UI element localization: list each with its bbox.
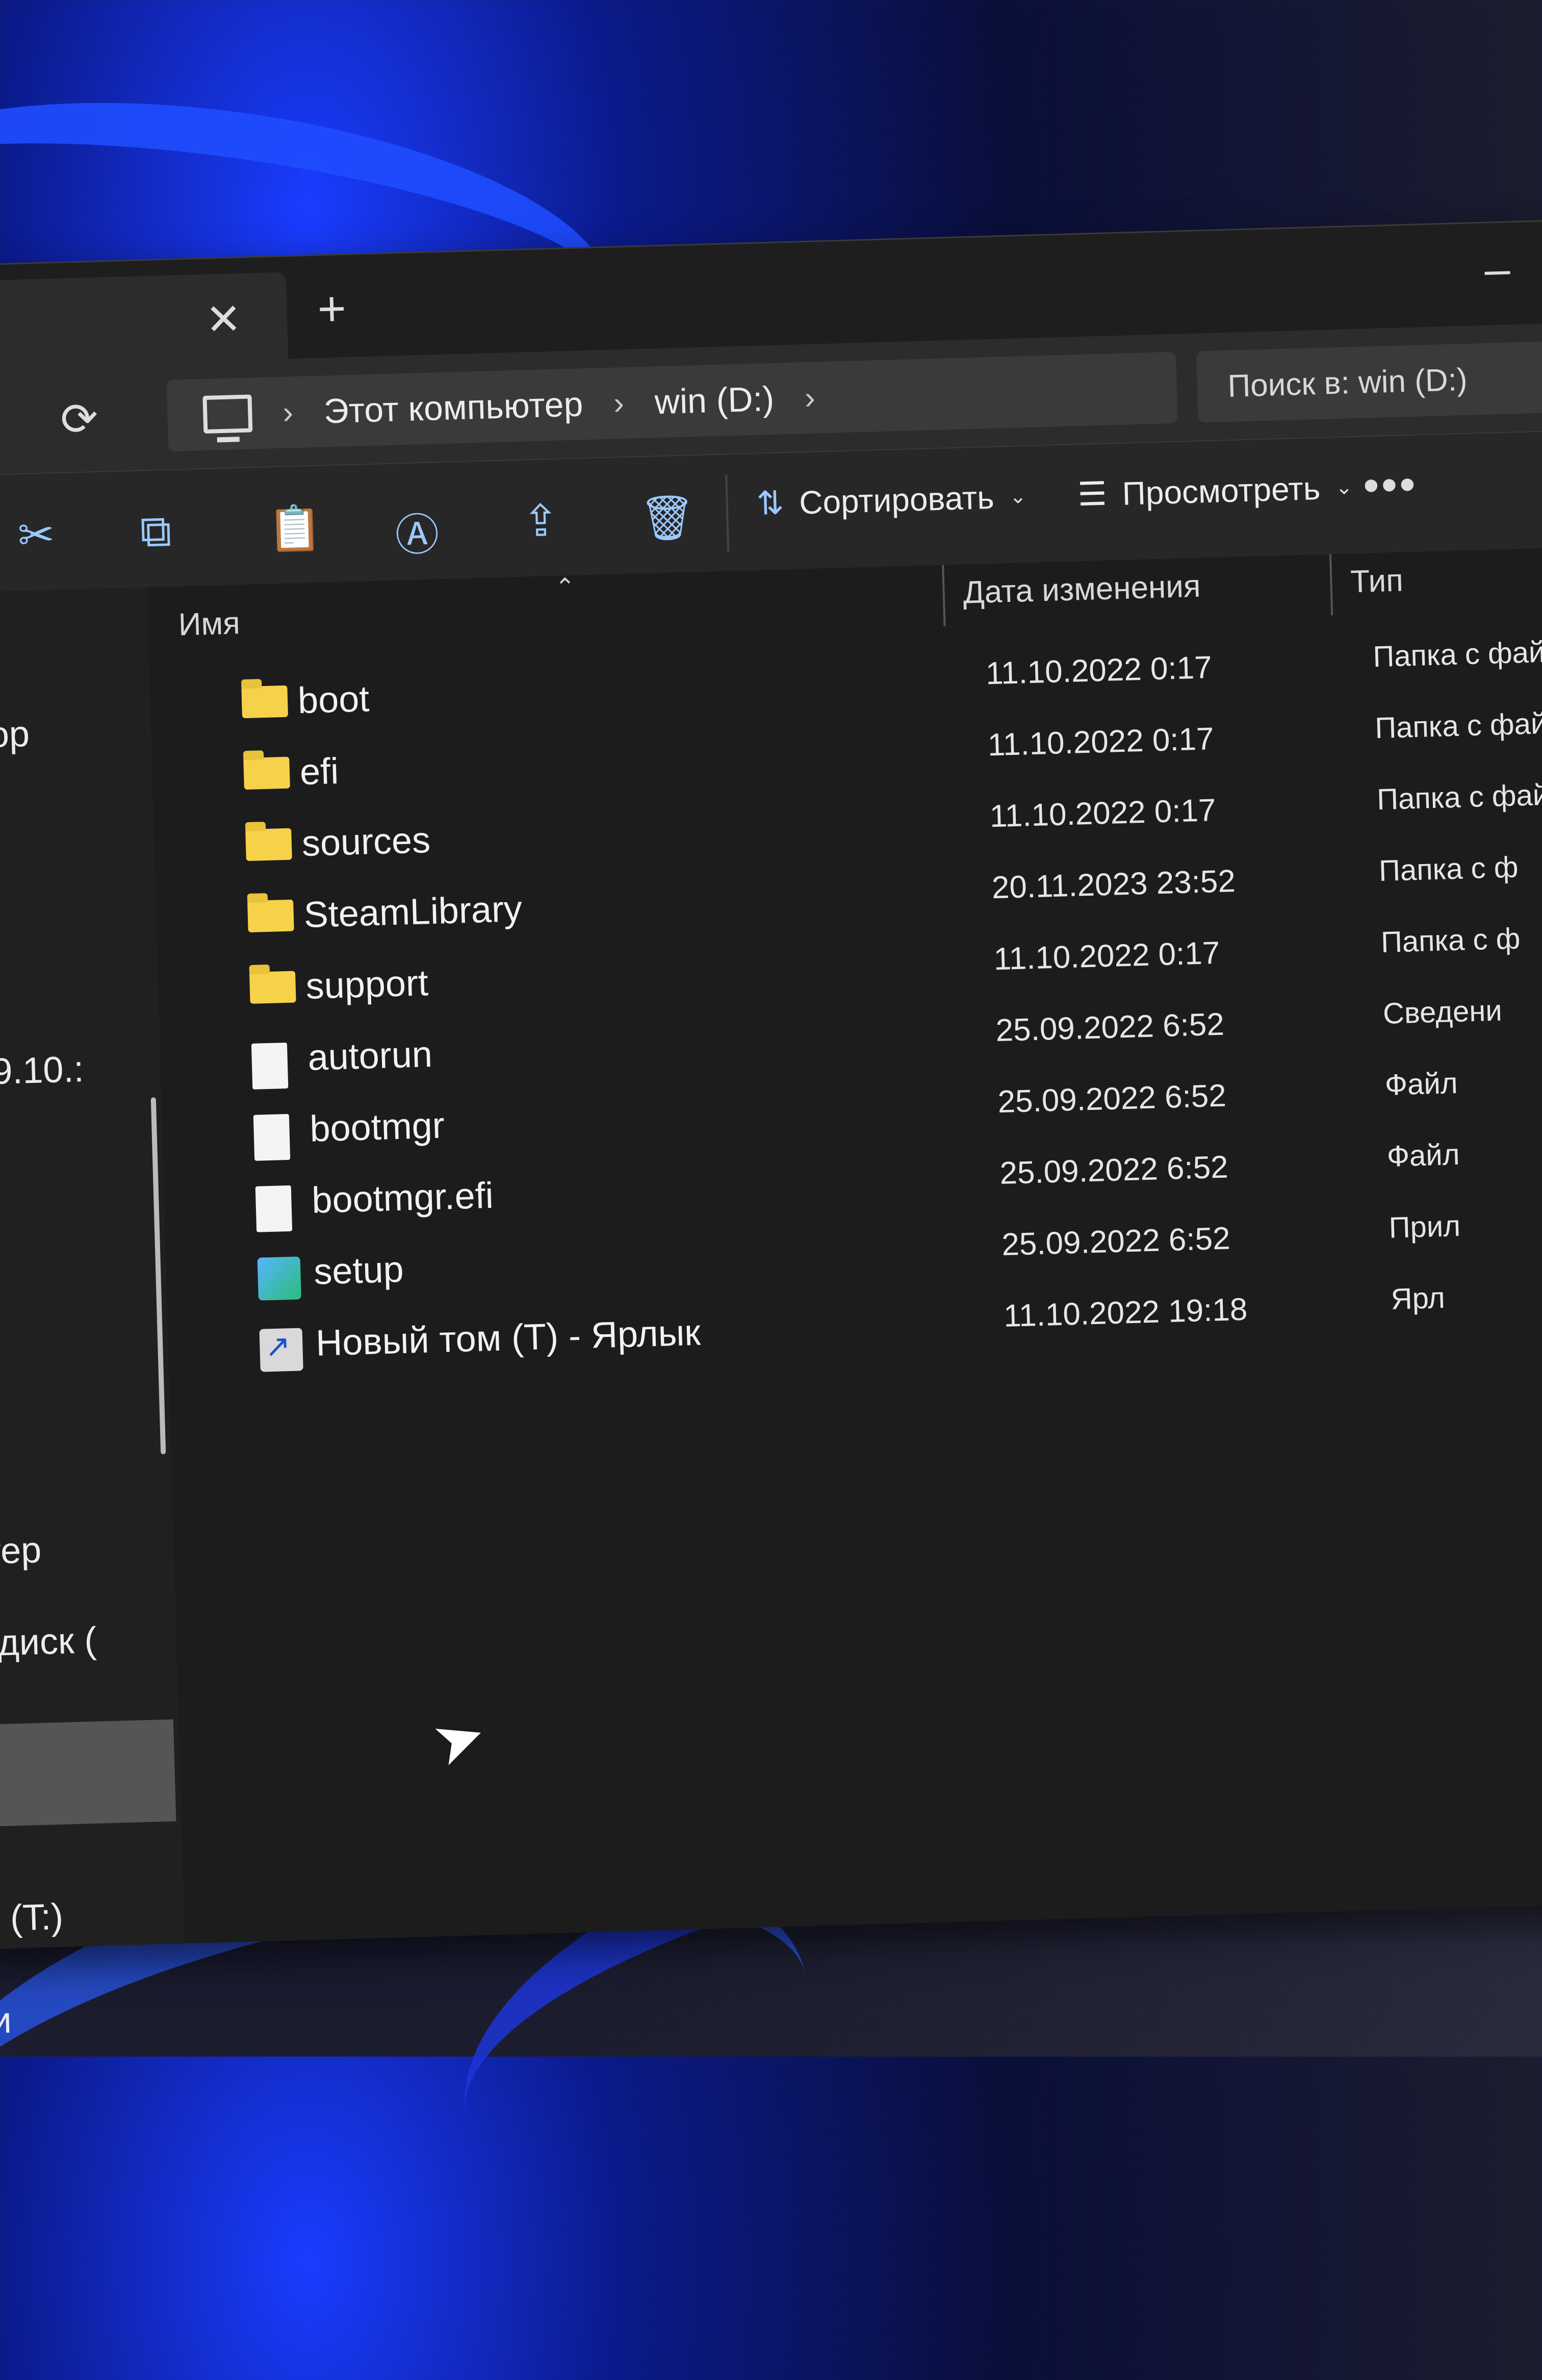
chevron-down-icon: ⌄ [1009, 485, 1027, 508]
paste-icon[interactable]: 📋 [267, 502, 323, 555]
search-input[interactable]: Поиск в: win (D:) [1196, 338, 1542, 423]
list-view-icon: ☰ [1077, 475, 1108, 513]
file-date: 25.09.2022 6:52 [1001, 1221, 1231, 1262]
sort-label: Сортировать [799, 478, 995, 521]
file-date: 25.09.2022 6:52 [999, 1149, 1229, 1192]
computer-icon [202, 394, 253, 434]
file-type: Папка с ф [1380, 922, 1521, 959]
tab-current[interactable]: ✕ [0, 272, 289, 369]
file-type: Файл [1384, 1066, 1458, 1102]
file-type: Сведени [1382, 994, 1503, 1030]
file-explorer-window: ✕ + – ⟳ › Этот компьютер › win (D:) › По… [0, 217, 1542, 2042]
column-header-type[interactable]: Тип [1350, 563, 1403, 600]
file-type: Прил [1388, 1209, 1461, 1245]
file-name: setup [313, 1249, 404, 1293]
file-icon [253, 1113, 291, 1161]
new-tab-button[interactable]: + [317, 281, 347, 338]
chevron-up-icon: ⌃ [554, 573, 576, 601]
sort-icon: ⇅ [756, 484, 785, 522]
sidebar-item-local-disk[interactable]: й диск ( [0, 1619, 97, 1665]
file-name: boot [297, 678, 370, 722]
folder-icon [245, 828, 292, 862]
sort-button[interactable]: ⇅ Сортировать ⌄ [756, 477, 1027, 523]
file-type: Папка с фай [1376, 778, 1542, 817]
delete-icon[interactable]: 🗑 [639, 491, 696, 544]
file-date: 11.10.2022 0:17 [993, 935, 1221, 977]
file-date: 25.09.2022 6:52 [995, 1006, 1225, 1049]
folder-icon [241, 685, 289, 719]
file-type: Папка с фай [1374, 706, 1542, 745]
folder-icon [247, 899, 294, 933]
more-options-button[interactable]: ••• [1363, 459, 1418, 513]
copy-icon[interactable]: ⧉ [139, 506, 172, 559]
file-name: Новый том (T) - Ярлык [315, 1312, 701, 1364]
shortcut-icon [259, 1328, 303, 1372]
sidebar-item-this-pc[interactable]: отер [0, 1529, 42, 1573]
sidebar-item[interactable]: _29.10.: [0, 1048, 85, 1094]
file-name: sources [301, 819, 431, 864]
file-date: 20.11.2023 23:52 [991, 863, 1236, 906]
file-date: 11.10.2022 0:17 [987, 721, 1215, 763]
column-divider[interactable] [1329, 554, 1333, 616]
sidebar-item[interactable]: ги [0, 1999, 12, 2042]
folder-icon [243, 756, 290, 790]
share-icon[interactable]: ⇪ [522, 495, 560, 547]
sidebar-item-selected[interactable] [0, 1719, 176, 1827]
file-date: 11.10.2022 0:17 [989, 792, 1217, 834]
file-name: bootmgr [309, 1105, 445, 1150]
file-name: efi [299, 750, 340, 793]
sidebar-item-desktop[interactable]: sktop [0, 713, 30, 757]
breadcrumb-drive[interactable]: win (D:) [654, 379, 775, 422]
folder-icon [249, 971, 296, 1004]
cut-icon[interactable]: ✂ [17, 509, 56, 561]
file-type: Файл [1386, 1137, 1460, 1173]
file-name: support [305, 963, 429, 1007]
file-name: SteamLibrary [303, 889, 523, 935]
file-type: Папка с файл [1372, 635, 1542, 674]
toolbar-divider [725, 475, 730, 552]
file-date: 11.10.2022 19:18 [1003, 1292, 1248, 1334]
file-name: bootmgr.efi [311, 1175, 494, 1221]
column-divider[interactable] [942, 565, 946, 626]
rename-icon[interactable]: Ⓐ [394, 498, 440, 563]
file-date: 11.10.2022 0:17 [985, 650, 1213, 692]
chevron-right-icon: › [282, 394, 294, 431]
column-header-date[interactable]: Дата изменения [963, 568, 1201, 611]
chevron-down-icon: ⌄ [1335, 475, 1353, 499]
sidebar-item-volume-t[interactable]: м (T:) [0, 1896, 64, 1940]
view-button[interactable]: ☰ Просмотреть ⌄ [1077, 468, 1353, 514]
close-tab-icon[interactable]: ✕ [205, 294, 242, 345]
minimize-button[interactable]: – [1484, 243, 1511, 296]
chevron-right-icon: › [613, 385, 625, 421]
setup-app-icon [257, 1256, 301, 1301]
file-name: autorun [307, 1034, 433, 1078]
breadcrumb[interactable]: › Этот компьютер › win (D:) › [166, 351, 1178, 452]
file-type: Папка с ф [1378, 850, 1519, 888]
file-list: ⌃ Имя Дата изменения Тип boot 11.10.2022… [146, 544, 1542, 1944]
breadcrumb-this-pc[interactable]: Этот компьютер [323, 384, 583, 431]
file-icon [255, 1185, 293, 1232]
file-icon [251, 1042, 289, 1090]
refresh-icon[interactable]: ⟳ [60, 392, 99, 446]
search-placeholder: Поиск в: win (D:) [1227, 362, 1468, 404]
file-date: 25.09.2022 6:52 [997, 1078, 1227, 1120]
chevron-right-icon[interactable]: › [804, 379, 816, 416]
column-header-name[interactable]: Имя [178, 605, 241, 643]
view-label: Просмотреть [1121, 469, 1321, 512]
file-type: Ярл [1390, 1281, 1446, 1316]
